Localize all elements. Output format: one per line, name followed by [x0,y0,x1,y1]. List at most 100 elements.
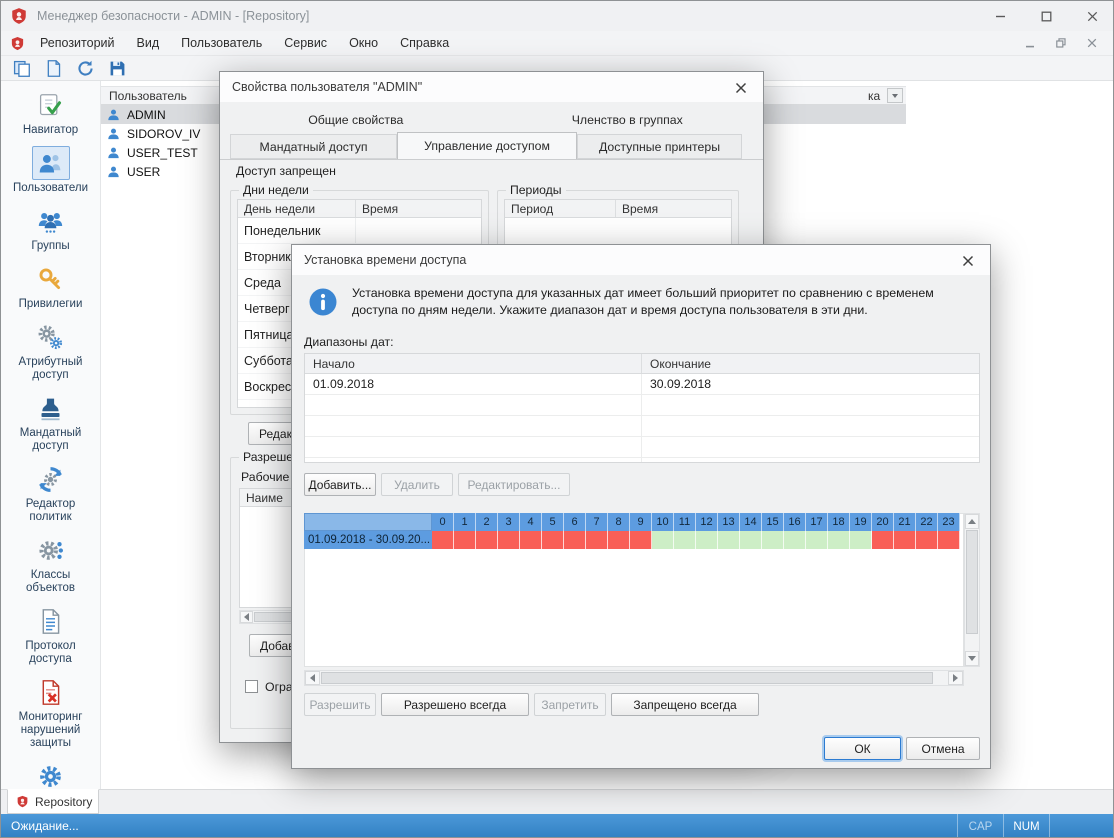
restrict-checkbox[interactable] [245,680,258,693]
hour-header-cell[interactable]: 2 [476,513,498,531]
hour-state-cell-denied[interactable] [476,531,498,549]
sidebar-item[interactable]: Атрибутныйдоступ [19,320,83,382]
hour-header-cell[interactable]: 21 [894,513,916,531]
add-range-button[interactable]: Добавить... [304,473,376,496]
hour-state-cell-allowed[interactable] [784,531,806,549]
hour-header-cell[interactable]: 19 [850,513,872,531]
grid-corner-cell[interactable] [304,513,432,531]
hour-state-cell-denied[interactable] [894,531,916,549]
tab-mandatory-access[interactable]: Мандатный доступ [230,134,397,159]
hour-header-cell[interactable]: 16 [784,513,806,531]
hour-header-cell[interactable]: 22 [916,513,938,531]
hour-state-cell-allowed[interactable] [828,531,850,549]
scroll-up-button[interactable] [965,514,979,529]
hour-header-cell[interactable]: 14 [740,513,762,531]
hour-header-cell[interactable]: 20 [872,513,894,531]
period-column-header[interactable]: Период [505,200,616,217]
cancel-button[interactable]: Отмена [906,737,980,760]
menu-item[interactable]: Пользователь [170,31,273,55]
hour-state-cell-allowed[interactable] [740,531,762,549]
hour-header-cell[interactable]: 11 [674,513,696,531]
hour-header-cell[interactable]: 5 [542,513,564,531]
hour-state-cell-denied[interactable] [586,531,608,549]
sidebar-item[interactable]: Привилегии [19,262,83,311]
hour-state-cell-denied[interactable] [454,531,476,549]
sidebar-item[interactable]: С​ервис [31,759,70,789]
save-button[interactable] [105,57,129,79]
hour-state-cell-denied[interactable] [498,531,520,549]
deny-always-button[interactable]: Запрещено всегда [611,693,759,716]
hour-header-cell[interactable]: 4 [520,513,542,531]
hour-state-cell-allowed[interactable] [850,531,872,549]
start-column-header[interactable]: Начало [305,354,642,373]
close-button[interactable] [1069,1,1114,31]
horizontal-scrollbar[interactable] [304,670,964,686]
hour-header-cell[interactable]: 6 [564,513,586,531]
hour-header-cell[interactable]: 12 [696,513,718,531]
hour-header-cell[interactable]: 15 [762,513,784,531]
repository-tab[interactable]: Repository [7,789,99,814]
menu-item[interactable]: Справка [389,31,460,55]
menu-item[interactable]: Окно [338,31,389,55]
menu-item[interactable]: Сервис [273,31,338,55]
hour-state-cell-denied[interactable] [542,531,564,549]
user-column-header[interactable]: Пользователь [109,89,187,103]
day-column-header[interactable]: День недели [238,200,356,217]
scroll-down-button[interactable] [965,651,979,666]
time-column-header[interactable]: Время [356,200,481,217]
menu-item[interactable]: Вид [126,31,171,55]
hour-header-cell[interactable]: 23 [938,513,960,531]
sidebar-item[interactable]: Мониторингнарушенийзащиты [19,675,83,750]
hour-header-cell[interactable]: 18 [828,513,850,531]
hour-state-cell-allowed[interactable] [652,531,674,549]
ws-scroll-left-button[interactable] [240,611,253,623]
hour-state-cell-denied[interactable] [564,531,586,549]
props-dialog-close-button[interactable] [729,79,753,96]
hour-state-cell-allowed[interactable] [674,531,696,549]
sidebar-item[interactable]: Группы [31,204,69,253]
tab-general-properties[interactable]: Общие свойства [220,108,492,132]
sidebar-item[interactable]: Мандатныйдоступ [20,391,82,453]
sidebar-item[interactable]: Протоколдоступа [25,604,75,666]
hour-state-cell-denied[interactable] [630,531,652,549]
hour-header-cell[interactable]: 3 [498,513,520,531]
tab-access-control[interactable]: Управление доступом [397,132,577,159]
end-column-header[interactable]: Окончание [642,354,979,373]
refresh-button[interactable] [73,57,97,79]
hour-header-cell[interactable]: 13 [718,513,740,531]
hour-header-cell[interactable]: 7 [586,513,608,531]
sidebar-item[interactable]: Пользователи [13,146,88,195]
hour-state-cell-allowed[interactable] [718,531,740,549]
hour-state-cell-allowed[interactable] [762,531,784,549]
hour-state-cell-denied[interactable] [432,531,454,549]
vertical-scroll-thumb[interactable] [966,530,978,634]
date-range-row[interactable]: 01.09.2018 30.09.2018 [305,374,979,395]
hour-state-cell-denied[interactable] [608,531,630,549]
hour-state-cell-allowed[interactable] [696,531,718,549]
hour-state-cell-denied[interactable] [872,531,894,549]
scroll-left-button[interactable] [305,671,320,685]
mdi-restore-button[interactable] [1050,34,1072,52]
grid-row-label[interactable]: 01.09.2018 - 30.09.20... [304,531,432,549]
hour-header-cell[interactable]: 9 [630,513,652,531]
sidebar-item[interactable]: Классыобъектов [26,533,75,595]
hour-header-cell[interactable]: 1 [454,513,476,531]
hour-state-cell-denied[interactable] [520,531,542,549]
mdi-minimize-button[interactable] [1019,34,1041,52]
minimize-button[interactable] [977,1,1023,31]
hour-state-cell-denied[interactable] [938,531,960,549]
hour-header-cell[interactable]: 10 [652,513,674,531]
vertical-scrollbar[interactable] [964,513,980,667]
ok-button[interactable]: ОК [824,737,901,760]
tab-group-membership[interactable]: Членство в группах [492,108,764,132]
time-dialog-close-button[interactable] [956,252,980,269]
header-filter-button[interactable] [887,88,903,103]
new-window-button[interactable] [9,57,33,79]
hour-header-cell[interactable]: 17 [806,513,828,531]
sidebar-item[interactable]: Навигатор [23,88,78,137]
hour-header-cell[interactable]: 0 [432,513,454,531]
horizontal-scroll-thumb[interactable] [321,672,933,684]
hour-state-cell-denied[interactable] [916,531,938,549]
tab-available-printers[interactable]: Доступные принтеры [577,134,742,159]
maximize-button[interactable] [1023,1,1069,31]
